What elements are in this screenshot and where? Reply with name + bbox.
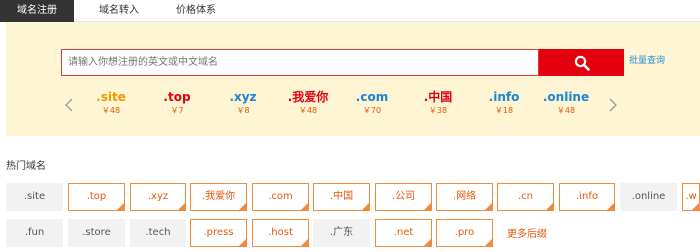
search-banner	[6, 22, 700, 136]
hot-domain-chip[interactable]: .tech	[130, 219, 186, 247]
suffix-price: ￥8	[236, 106, 250, 115]
suffix-item[interactable]: .com ￥70	[340, 89, 404, 117]
suffix-item[interactable]: .site ￥48	[79, 89, 143, 117]
hot-domain-chip[interactable]: .w	[682, 183, 700, 211]
hot-domain-chip[interactable]: .广东	[313, 219, 370, 247]
carousel-prev-button[interactable]	[63, 95, 75, 115]
hot-domain-chip[interactable]: .pro	[436, 219, 493, 247]
suffix-name: .中国	[423, 90, 453, 104]
hot-domain-chip[interactable]: .cn	[497, 183, 554, 211]
hot-domain-chip[interactable]: .top	[68, 183, 125, 211]
domain-tabs: 域名注册 域名转入 价格体系	[0, 0, 700, 22]
chevron-left-icon	[65, 98, 73, 112]
hot-domain-chip[interactable]: .press	[190, 219, 247, 247]
hot-domain-chip[interactable]: .中国	[313, 183, 370, 211]
suffix-item[interactable]: .online ￥48	[534, 89, 598, 117]
suffix-price: ￥48	[101, 106, 121, 115]
suffix-name: .com	[355, 90, 389, 104]
suffix-price: ￥70	[362, 106, 382, 115]
hot-domain-chip[interactable]: .xyz	[130, 183, 186, 211]
hot-domain-chip[interactable]: .store	[68, 219, 125, 247]
hot-domain-chip[interactable]: .我爱你	[190, 183, 247, 211]
search-icon	[574, 55, 590, 71]
hot-domain-chip[interactable]: .com	[252, 183, 309, 211]
suffix-price: ￥48	[298, 106, 318, 115]
suffix-name: .info	[488, 90, 520, 104]
suffix-price: ￥18	[494, 106, 514, 115]
tab-price-system[interactable]: 价格体系	[158, 0, 234, 22]
hot-domain-chip[interactable]: .公司	[375, 183, 432, 211]
suffix-name: .我爱你	[287, 90, 329, 104]
more-suffixes-link[interactable]: 更多后缀	[507, 225, 547, 240]
suffix-price: ￥38	[428, 106, 448, 115]
suffix-name: .online	[542, 90, 590, 104]
hot-domain-chip[interactable]: .fun	[6, 219, 63, 247]
hot-domain-chip[interactable]: .info	[559, 183, 615, 211]
suffix-name: .top	[163, 90, 191, 104]
suffix-item[interactable]: .info ￥18	[472, 89, 536, 117]
hot-domain-chip[interactable]: .host	[252, 219, 309, 247]
suffix-item[interactable]: .top ￥7	[145, 89, 209, 117]
suffix-price: ￥7	[170, 106, 184, 115]
suffix-item[interactable]: .我爱你 ￥48	[276, 89, 340, 117]
chevron-right-icon	[609, 98, 617, 112]
hot-domains-title: 热门域名	[6, 161, 46, 172]
batch-query-link[interactable]: 批量查询	[629, 53, 665, 66]
suffix-item[interactable]: .中国 ￥38	[406, 89, 470, 117]
suffix-name: .xyz	[229, 90, 257, 104]
hot-domain-chip[interactable]: .net	[375, 219, 432, 247]
suffix-item[interactable]: .xyz ￥8	[211, 89, 275, 117]
hot-domain-chip[interactable]: .网络	[436, 183, 493, 211]
hot-domain-chip[interactable]: .online	[620, 183, 677, 211]
tab-domain-register[interactable]: 域名注册	[0, 0, 74, 22]
tab-domain-transfer[interactable]: 域名转入	[82, 0, 156, 22]
carousel-next-button[interactable]	[607, 95, 619, 115]
suffix-price: ￥48	[556, 106, 576, 115]
suffix-name: .site	[96, 90, 126, 104]
search-button[interactable]	[539, 49, 624, 76]
search-box	[61, 49, 539, 76]
hot-domain-chip[interactable]: .site	[6, 183, 63, 211]
domain-search-input[interactable]	[68, 50, 538, 75]
